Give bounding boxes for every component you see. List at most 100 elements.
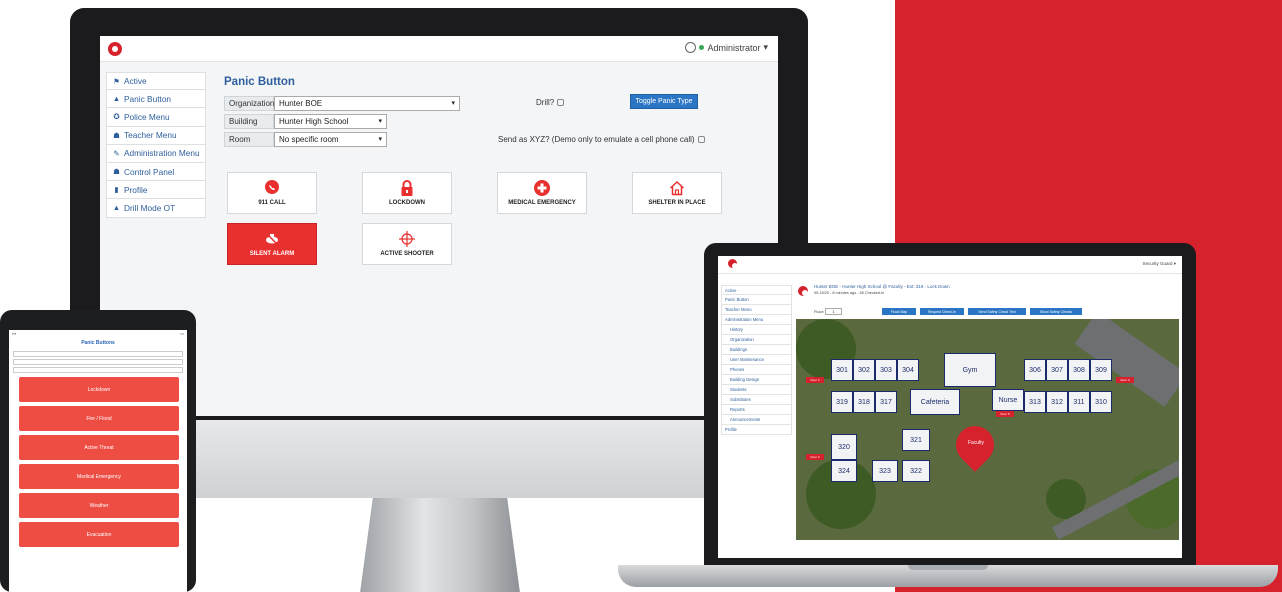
building-select[interactable]: Hunter High School ▾: [274, 114, 387, 129]
sidebar-item-substitutes[interactable]: Substitutes: [721, 395, 792, 405]
request-check-in-button[interactable]: Request Check-In: [920, 308, 964, 315]
sidebar-item-organization[interactable]: Organization: [721, 335, 792, 345]
sidebar-item-phones[interactable]: Phones: [721, 365, 792, 375]
room-cafeteria[interactable]: Cafeteria: [910, 389, 960, 415]
sidebar-item-active[interactable]: Active: [721, 285, 792, 295]
tile-911-call[interactable]: 911 CALL: [227, 172, 317, 214]
room-309[interactable]: 309: [1090, 359, 1112, 381]
laptop-sidebar-nav: Active Panic Button Teacher Menu Adminis…: [721, 285, 792, 435]
sidebar-item-profile[interactable]: Profile: [721, 425, 792, 435]
tablet-button-active-threat[interactable]: Active Threat: [19, 435, 179, 460]
tablet-building-select[interactable]: [13, 359, 183, 365]
tile-label: MEDICAL EMERGENCY: [508, 200, 576, 206]
room-324[interactable]: 324: [831, 460, 857, 482]
medical-cross-icon: [534, 180, 550, 196]
room-307[interactable]: 307: [1046, 359, 1068, 381]
sidebar-item-profile[interactable]: ▮ Profile: [106, 181, 206, 200]
show-safety-checks-button[interactable]: Show Safety Checks: [1030, 308, 1082, 315]
sidebar-item-teacher-menu[interactable]: Teacher Menu: [721, 305, 792, 315]
floor-plan-map[interactable]: 301 302 303 304 Gym 306 307 308 309 319 …: [796, 319, 1179, 540]
tile-medical-emergency[interactable]: MEDICAL EMERGENCY: [497, 172, 587, 214]
wrench-icon: ✎: [113, 148, 120, 158]
room-select[interactable]: No specific room ▾: [274, 132, 387, 147]
alert-header: Hunter BOE - Hunter High School @ Facult…: [814, 284, 950, 289]
room-323[interactable]: 323: [872, 460, 898, 482]
sidebar-item-administration-menu[interactable]: Administration Menu: [721, 315, 792, 325]
tablet-button-medical-emergency[interactable]: Medical Emergency: [19, 464, 179, 489]
send-safety-check-button[interactable]: Send Safety Check Text: [968, 308, 1026, 315]
organization-select[interactable]: Hunter BOE ▾: [274, 96, 460, 111]
room-312[interactable]: 312: [1046, 391, 1068, 413]
laptop-user-menu[interactable]: Security Guard ▾: [1142, 261, 1176, 267]
room-311[interactable]: 311: [1068, 391, 1090, 413]
sidebar-item-control-panel[interactable]: ☗ Control Panel: [106, 162, 206, 182]
drill-toggle[interactable]: Drill?: [536, 98, 565, 107]
toggle-panic-type-button[interactable]: Toggle Panic Type: [630, 94, 698, 109]
building-row: Building Hunter High School ▾: [224, 114, 387, 129]
send-as-checkbox[interactable]: [697, 136, 705, 144]
sidebar-item-label: Control Panel: [124, 166, 175, 177]
tablet-button-evacuation[interactable]: Evacuation: [19, 522, 179, 547]
tablet-button-weather[interactable]: Weather: [19, 493, 179, 518]
room-322[interactable]: 322: [902, 460, 930, 482]
sidebar-item-reports[interactable]: Reports: [721, 405, 792, 415]
tablet-app-screen: ▪▪▪ ▭ Panic Buttons Lockdown Fire / Flood…: [9, 330, 187, 592]
room-321[interactable]: 321: [902, 429, 930, 451]
battery-icon: ▭: [180, 331, 184, 336]
tile-silent-alarm[interactable]: SILENT ALARM: [227, 223, 317, 265]
room-303[interactable]: 303: [875, 359, 897, 381]
sidebar-item-user-maintenance[interactable]: User Maintenance: [721, 355, 792, 365]
sidebar-item-history[interactable]: History: [721, 325, 792, 335]
room-nurse[interactable]: Nurse: [992, 389, 1024, 411]
send-as-option[interactable]: Send as XYZ? (Demo only to emulate a cel…: [498, 135, 705, 144]
sidebar-item-drill-mode[interactable]: ▲ Drill Mode OT: [106, 199, 206, 218]
tablet-button-lockdown[interactable]: Lockdown: [19, 377, 179, 402]
room-319[interactable]: 319: [831, 391, 853, 413]
sidebar-item-label: Panic Button: [124, 93, 172, 104]
room-313[interactable]: 313: [1024, 391, 1046, 413]
door-marker[interactable]: Door 3: [1116, 377, 1134, 383]
tile-shelter-in-place[interactable]: SHELTER IN PLACE: [632, 172, 722, 214]
room-301[interactable]: 301: [831, 359, 853, 381]
room-306[interactable]: 306: [1024, 359, 1046, 381]
door-marker[interactable]: Door 3: [806, 377, 824, 383]
room-308[interactable]: 308: [1068, 359, 1090, 381]
sidebar-item-students[interactable]: Students: [721, 385, 792, 395]
tablet-button-fire-flood[interactable]: Fire / Flood: [19, 406, 179, 431]
tile-active-shooter[interactable]: ACTIVE SHOOTER: [362, 223, 452, 265]
room-302[interactable]: 302: [853, 359, 875, 381]
room-317[interactable]: 317: [875, 391, 897, 413]
drill-checkbox[interactable]: [557, 99, 565, 107]
room-value: No specific room: [279, 135, 339, 144]
sidebar-item-panic-button[interactable]: Panic Button: [721, 295, 792, 305]
sidebar-item-police-menu[interactable]: ✪ Police Menu: [106, 108, 206, 127]
room-318[interactable]: 318: [853, 391, 875, 413]
app-logo-icon[interactable]: [728, 259, 738, 269]
flood-map-button[interactable]: Flood Map: [882, 308, 916, 315]
door-marker[interactable]: Door 5: [996, 411, 1014, 417]
phone-call-icon: [264, 180, 280, 196]
room-304[interactable]: 304: [897, 359, 919, 381]
sidebar-item-building-design[interactable]: Building Design: [721, 375, 792, 385]
tablet-title: Panic Buttons: [81, 340, 115, 346]
tablet-organization-select[interactable]: [13, 351, 183, 357]
room-310[interactable]: 310: [1090, 391, 1112, 413]
door-marker[interactable]: Door 4: [806, 454, 824, 460]
tile-label: ACTIVE SHOOTER: [380, 251, 434, 257]
room-gym[interactable]: Gym: [944, 353, 996, 387]
room-320[interactable]: 320: [831, 434, 857, 460]
sidebar-item-active[interactable]: ⚑ Active: [106, 72, 206, 91]
tile-lockdown[interactable]: LOCKDOWN: [362, 172, 452, 214]
sidebar-item-announcements[interactable]: Announcements: [721, 415, 792, 425]
sidebar-item-administration-menu[interactable]: ✎ Administration Menu: [106, 144, 206, 163]
sidebar-item-buildings[interactable]: Buildings: [721, 345, 792, 355]
floor-selector[interactable]: Floor: 1: [814, 308, 842, 315]
sidebar-item-panic-button[interactable]: ▲ Panic Button: [106, 90, 206, 109]
tablet-room-select[interactable]: [13, 367, 183, 373]
user-menu[interactable]: Administrator ▾: [685, 42, 768, 53]
user-icon: [685, 42, 697, 53]
app-logo-icon[interactable]: [108, 42, 122, 56]
sidebar-item-teacher-menu[interactable]: ☗ Teacher Menu: [106, 126, 206, 145]
laptop-notch: [908, 565, 988, 570]
sidebar-item-label: Active: [124, 76, 147, 87]
